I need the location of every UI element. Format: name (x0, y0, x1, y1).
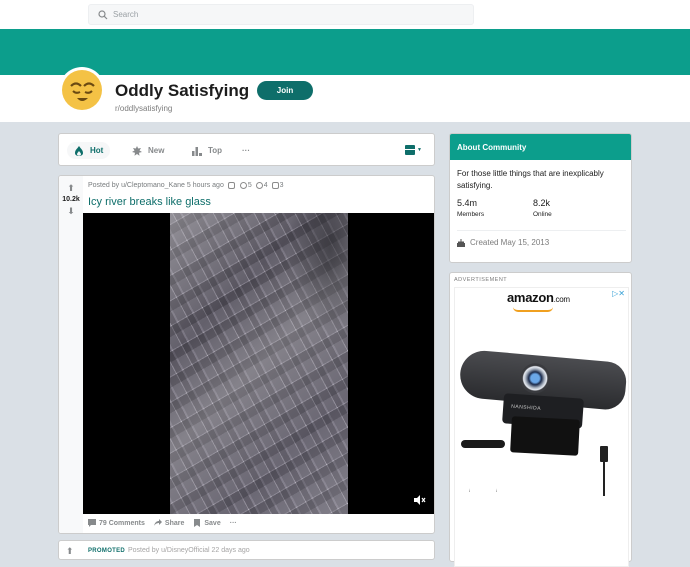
card-view-icon (405, 145, 415, 155)
upvote-icon[interactable]: ⬆ (66, 183, 76, 193)
post-title[interactable]: Icy river breaks like glass (88, 196, 211, 208)
top-bar: Search (0, 0, 690, 29)
advertisement-card: ADVERTISEMENT amazon.com ▷✕ NANSHIDA (449, 272, 632, 567)
adchoices-icon[interactable]: ▷✕ (612, 289, 625, 298)
tripod-image (469, 450, 497, 492)
bookmark-icon (194, 519, 201, 527)
video-player[interactable] (83, 213, 434, 514)
sort-tab-label: Hot (90, 146, 104, 155)
sort-tab-new[interactable]: New (125, 142, 171, 159)
members-count: 5.4m (457, 198, 478, 208)
members-label: Members (457, 211, 485, 218)
promoted-label: PROMOTED (88, 548, 126, 554)
post-actions: 79 Comments Share Save ··· (88, 519, 246, 527)
amazon-smile-icon (513, 307, 553, 312)
about-header: About Community (450, 134, 631, 160)
sort-tab-top[interactable]: Top (185, 142, 229, 159)
usb-cable-image (603, 462, 605, 496)
community-name: r/oddlysatisfying (115, 104, 173, 113)
community-description: For those little things that are inexpli… (457, 169, 604, 190)
video-frame-ice (170, 213, 348, 514)
mini-webcam-image (461, 440, 505, 448)
share-button[interactable]: Share (153, 519, 184, 527)
post-card[interactable]: ⬆ 10.2k ⬇ Posted by u/Cleptomano_Kane 5 … (58, 175, 435, 534)
about-community-card: About Community For those little things … (449, 133, 632, 263)
sort-tab-label: New (148, 146, 165, 155)
search-icon (98, 9, 108, 19)
online-label: Online (533, 211, 552, 218)
award-icon[interactable]: 4 (255, 182, 268, 189)
promoted-post-card[interactable]: ⬆ PROMOTED Posted by u/DisneyOfficial 22… (58, 540, 435, 560)
community-avatar (59, 67, 105, 113)
post-meta: Posted by u/DisneyOfficial 22 days ago (128, 547, 250, 554)
view-toggle-button[interactable]: ▼ (405, 145, 422, 155)
relieved-face-icon (62, 70, 102, 110)
search-input[interactable]: Search (88, 4, 474, 25)
caret-down-icon: ▼ (417, 147, 422, 153)
downvote-icon[interactable]: ⬇ (66, 206, 76, 216)
sort-bar: Hot New Top ··· ▼ (58, 133, 435, 166)
save-button[interactable]: Save (193, 519, 221, 527)
mute-icon[interactable] (414, 495, 426, 505)
amazon-logo: amazon.com (507, 290, 570, 305)
divider (457, 230, 626, 231)
vote-column: ⬆ 10.2k ⬇ (59, 176, 83, 533)
comments-button[interactable]: 79 Comments (88, 519, 145, 527)
online-count: 8.2k (533, 198, 551, 208)
comment-icon (88, 519, 96, 527)
advertisement-label: ADVERTISEMENT (454, 277, 508, 283)
created-date: Created May 15, 2013 (457, 238, 549, 247)
ad-banner[interactable]: amazon.com ▷✕ NANSHIDA (454, 287, 629, 567)
join-button[interactable]: Join (257, 81, 313, 100)
share-icon (153, 519, 162, 526)
post-author[interactable]: u/Cleptomano_Kane (121, 182, 185, 189)
award-icon[interactable]: 3 (271, 182, 284, 189)
sort-more-button[interactable]: ··· (235, 142, 257, 159)
sort-tab-label: Top (208, 146, 223, 155)
usb-plug-image (600, 446, 608, 462)
bar-chart-icon (192, 146, 202, 156)
post-score: 10.2k (62, 196, 80, 203)
post-meta: Posted by u/Cleptomano_Kane 5 hours ago … (88, 182, 284, 189)
post-time[interactable]: 5 hours ago (187, 182, 224, 189)
cake-icon (457, 238, 465, 247)
award-icon[interactable]: 5 (239, 182, 252, 189)
sort-tab-hot[interactable]: Hot (67, 142, 111, 159)
flame-icon (75, 145, 83, 156)
webcam-base (510, 416, 580, 456)
webcam-lens (518, 362, 552, 395)
award-icon[interactable] (227, 182, 236, 189)
community-banner (0, 29, 690, 75)
burst-icon (132, 145, 142, 156)
posted-by-label: Posted by (88, 182, 120, 189)
more-options-button[interactable]: ··· (230, 520, 237, 527)
search-placeholder: Search (113, 10, 139, 19)
community-title: Oddly Satisfying (115, 81, 250, 100)
